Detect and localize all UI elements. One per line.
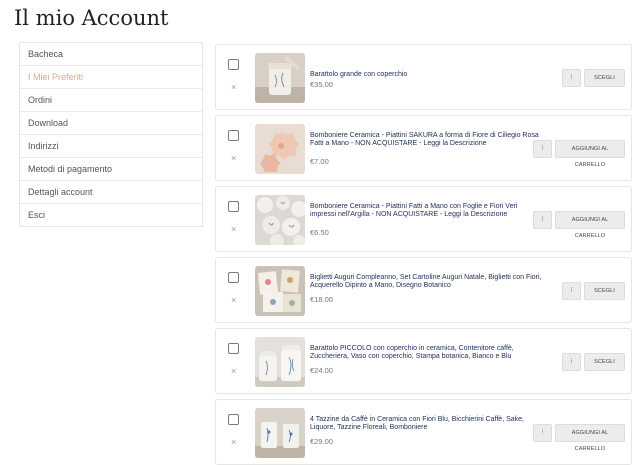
nav-item-indirizzi[interactable]: Indirizzi [20,135,202,158]
wishlist-item: × Biglietti Auguri Compleanno, Set Carto… [215,257,632,323]
select-checkbox[interactable] [228,343,239,354]
select-checkbox[interactable] [228,414,239,425]
wishlist-item: × Barattolo grande con coperchio €35.00 … [215,44,632,110]
account-navigation: Bacheca I Miei Preferiti Ordini Download… [19,42,203,227]
product-image[interactable] [255,337,305,387]
nav-item-metodi-pagamento[interactable]: Metodi di pagamento [20,158,202,181]
product-price: €24.00 [310,366,333,375]
quantity-menu-button[interactable]: ⁝ [533,211,552,229]
choose-options-button[interactable]: SCEGLI [584,69,625,87]
product-price: €7.00 [310,157,329,166]
choose-options-button[interactable]: SCEGLI [584,353,625,371]
product-image[interactable] [255,195,305,245]
product-title-link[interactable]: Barattolo grande con coperchio [310,71,542,79]
quantity-menu-button[interactable]: ⁝ [533,424,552,442]
choose-options-button[interactable]: SCEGLI [584,282,625,300]
wishlist-item: × Bomboniere Ceramica - Piattini Fatti a… [215,186,632,252]
quantity-menu-button[interactable]: ⁝ [562,282,581,300]
product-title-link[interactable]: 4 Tazzine da Caffè in Ceramica con Fiori… [310,416,542,432]
product-price: €18.00 [310,295,333,304]
product-price: €6.50 [310,228,329,237]
remove-icon[interactable]: × [231,224,236,234]
nav-item-dettagli-account[interactable]: Dettagli account [20,181,202,204]
page-title: Il mio Account [14,6,169,30]
nav-item-bacheca[interactable]: Bacheca [20,43,202,66]
add-to-cart-button[interactable]: AGGIUNGI AL CARRELLO [555,140,625,168]
nav-item-ordini[interactable]: Ordini [20,89,202,112]
product-title-link[interactable]: Barattolo PICCOLO con coperchio in ceram… [310,345,542,361]
product-title-link[interactable]: Biglietti Auguri Compleanno, Set Cartoli… [310,274,542,290]
select-checkbox[interactable] [228,59,239,70]
wishlist-item: × 4 Tazzine da Caffè in Ceramica con Fio… [215,399,632,465]
quantity-menu-button[interactable]: ⁝ [562,69,581,87]
product-price: €29.00 [310,437,333,446]
wishlist-item: × Barattolo PICCOLO con coperchio in cer… [215,328,632,394]
product-image[interactable] [255,124,305,174]
select-checkbox[interactable] [228,130,239,141]
nav-item-esci[interactable]: Esci [20,204,202,226]
remove-icon[interactable]: × [231,295,236,305]
remove-icon[interactable]: × [231,437,236,447]
add-to-cart-button[interactable]: AGGIUNGI AL CARRELLO [555,211,625,239]
add-to-cart-button[interactable]: AGGIUNGI AL CARRELLO [555,424,625,452]
select-checkbox[interactable] [228,272,239,283]
remove-icon[interactable]: × [231,153,236,163]
quantity-menu-button[interactable]: ⁝ [533,140,552,158]
product-title-link[interactable]: Bomboniere Ceramica - Piattini SAKURA a … [310,132,542,148]
product-title-link[interactable]: Bomboniere Ceramica - Piattini Fatti a M… [310,203,542,219]
select-checkbox[interactable] [228,201,239,212]
remove-icon[interactable]: × [231,366,236,376]
product-image[interactable] [255,408,305,458]
quantity-menu-button[interactable]: ⁝ [562,353,581,371]
nav-item-download[interactable]: Download [20,112,202,135]
nav-item-preferiti[interactable]: I Miei Preferiti [20,66,202,89]
product-image[interactable] [255,53,305,103]
product-image[interactable] [255,266,305,316]
product-price: €35.00 [310,80,333,89]
remove-icon[interactable]: × [231,82,236,92]
wishlist-item: × Bomboniere Ceramica - Piattini SAKURA … [215,115,632,181]
